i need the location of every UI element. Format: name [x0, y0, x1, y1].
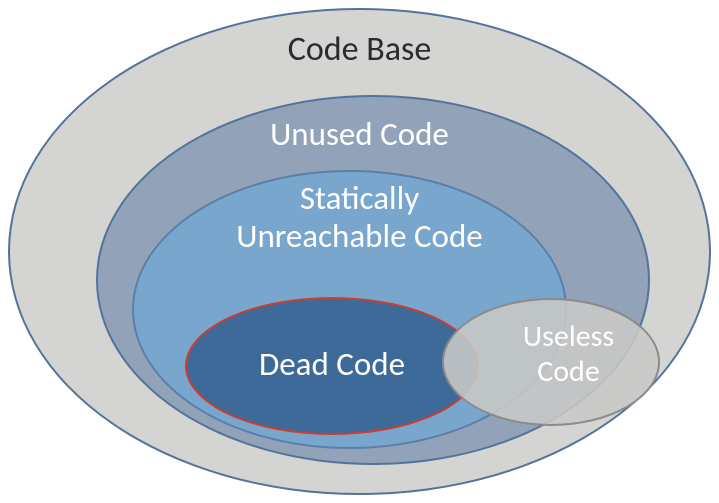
label-code-base: Code Base	[0, 30, 719, 69]
label-dead-code: Dead Code	[185, 346, 479, 384]
label-useless-code: Useless Code	[471, 320, 666, 389]
diagram-canvas: Code Base Unused Code Statically Unreach…	[0, 0, 719, 503]
label-unused-code: Unused Code	[0, 116, 719, 154]
label-statically-unreachable: Statically Unreachable Code	[0, 180, 719, 256]
